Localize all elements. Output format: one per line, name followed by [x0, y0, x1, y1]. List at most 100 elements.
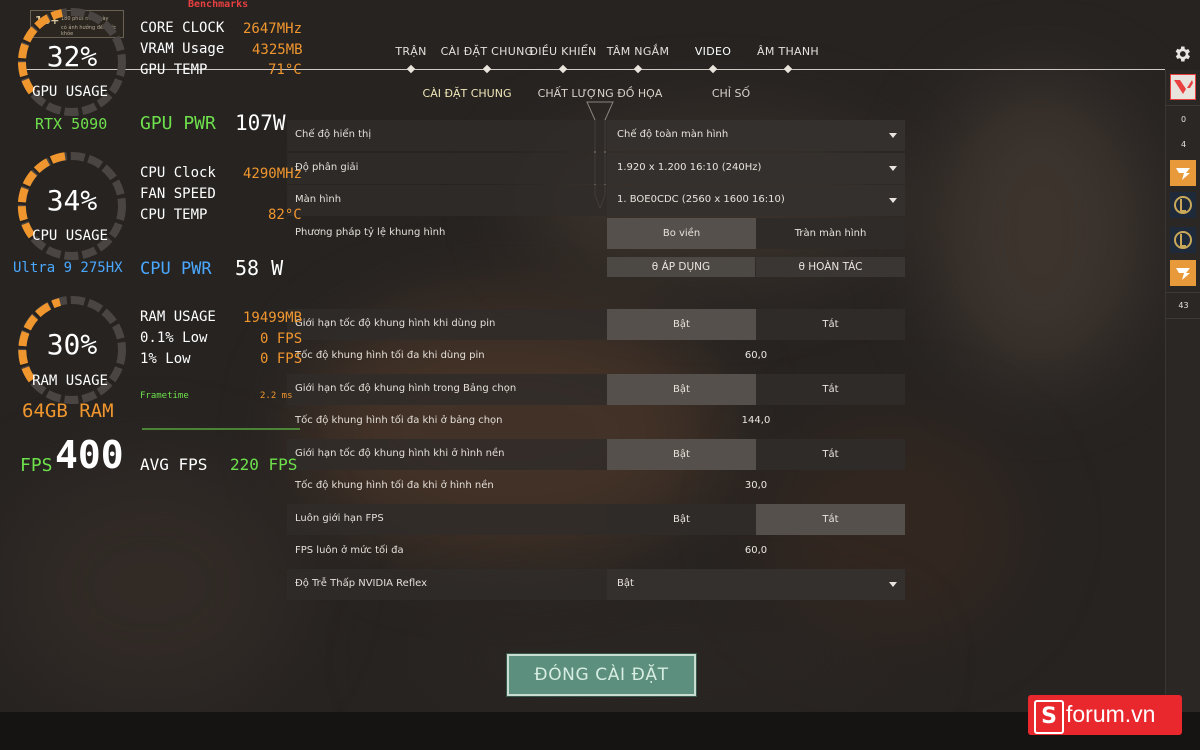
frametime-label: Frametime [140, 391, 189, 401]
low-1-value: 0 FPS [260, 351, 303, 367]
gpu-temp-label: GPU TEMP [140, 62, 208, 78]
monitor-select[interactable]: 1. BOE0CDC (2560 x 1600 16:10) [607, 185, 905, 216]
fps-label: FPS [20, 455, 53, 476]
low-01-value: 0 FPS [260, 331, 303, 347]
limit-menu-toggle: Bật Tắt [607, 374, 905, 405]
watermark-text: forum.vn [1066, 701, 1156, 727]
limit-menu-off[interactable]: Tắt [756, 374, 905, 405]
gpu-usage-label: GPU USAGE [32, 84, 108, 100]
max-menu-row: Tốc độ khung hình tối đa khi ở bảng chọn… [287, 406, 905, 437]
max-menu-field[interactable]: 144,0 [607, 406, 905, 437]
aspect-row: Phương pháp tỷ lệ khung hình Bo viền Trà… [287, 218, 905, 249]
revert-label: HOÀN TÁC [808, 261, 863, 273]
max-menu-value: 144,0 [741, 415, 771, 426]
resolution-select[interactable]: 1.920 x 1.200 16:10 (240Hz) [607, 153, 905, 184]
display-mode-value: Chế độ toàn màn hình [617, 129, 729, 140]
max-battery-field[interactable]: 60,0 [607, 341, 905, 372]
tab-tran[interactable]: TRẬN [395, 45, 426, 58]
cpu-model: Ultra 9 275HX [13, 260, 123, 276]
friend-avatar-icon[interactable] [1170, 260, 1196, 286]
tab-audio[interactable]: ÂM THANH [757, 45, 819, 58]
limit-battery-label: Giới hạn tốc độ khung hình khi dùng pin [295, 318, 496, 329]
max-battery-value: 60,0 [744, 350, 768, 361]
subtab-general[interactable]: CÀI ĐẶT CHUNG [423, 87, 512, 100]
aspect-fill-option[interactable]: Tràn màn hình [756, 218, 905, 249]
limit-bg-row: Giới hạn tốc độ khung hình khi ở hình nề… [287, 439, 905, 470]
max-bg-row: Tốc độ khung hình tối đa khi ở hình nền … [287, 471, 905, 502]
always-limit-toggle: Bật Tắt [607, 504, 905, 535]
subtab-stats[interactable]: CHỈ SỐ [712, 87, 750, 100]
max-battery-row: Tốc độ khung hình tối đa khi dùng pin 60… [287, 341, 905, 372]
vram-value: 4325MB [252, 42, 303, 58]
fps-max-field[interactable]: 60,0 [607, 536, 905, 567]
apply-icon: θ [651, 261, 662, 273]
hud-title: Benchmarks [188, 0, 249, 10]
aspect-letterbox-option[interactable]: Bo viền [607, 218, 756, 249]
league-avatar-icon[interactable] [1170, 192, 1196, 218]
tab-video[interactable]: VIDEO [695, 45, 731, 58]
gpu-core-clock-value: 2647MHz [243, 21, 303, 37]
reflex-select[interactable]: Bật [607, 569, 905, 600]
display-mode-label: Chế độ hiển thị [295, 129, 372, 140]
display-mode-row: Chế độ hiển thị Chế độ toàn màn hình [287, 120, 905, 151]
limit-bg-off[interactable]: Tắt [756, 439, 905, 470]
max-bg-field[interactable]: 30,0 [607, 471, 905, 502]
monitor-value: 1. BOE0CDC (2560 x 1600 16:10) [617, 194, 785, 205]
league-avatar-icon[interactable] [1170, 227, 1196, 253]
valorant-logo-icon[interactable] [1170, 74, 1196, 100]
revert-icon: θ [798, 261, 809, 273]
close-settings-button[interactable]: ĐÓNG CÀI ĐẶT [507, 654, 696, 696]
chevron-down-icon [889, 133, 897, 138]
limit-menu-label: Giới hạn tốc độ khung hình trong Bảng ch… [295, 383, 517, 394]
chevron-down-icon [889, 166, 897, 171]
frametime-graph [142, 428, 300, 430]
gpu-temp-value: 71°C [268, 62, 302, 78]
friend-avatar-icon[interactable] [1170, 160, 1196, 186]
limit-bg-toggle: Bật Tắt [607, 439, 905, 470]
cpu-clock-value: 4290MHz [243, 166, 303, 182]
resolution-row: Độ phân giải 1.920 x 1.200 16:10 (240Hz) [287, 153, 905, 184]
apply-button[interactable]: θ ÁP DỤNG [607, 257, 755, 277]
always-limit-off[interactable]: Tắt [756, 504, 905, 535]
always-limit-label: Luôn giới hạn FPS [295, 513, 384, 524]
sidebar-count: 4 [1180, 140, 1187, 149]
reflex-row: Độ Trễ Thấp NVIDIA Reflex Bật [287, 569, 905, 600]
low-1-label: 1% Low [140, 351, 191, 367]
always-limit-row: Luôn giới hạn FPS Bật Tắt [287, 504, 905, 535]
apply-label: ÁP DỤNG [661, 261, 711, 273]
fps-max-row: FPS luôn ở mức tối đa 60,0 [287, 536, 905, 567]
fps-value: 400 [55, 433, 124, 477]
tab-crosshair[interactable]: TÂM NGẮM [607, 45, 670, 58]
limit-battery-on[interactable]: Bật [607, 309, 756, 340]
gpu-power-value: 107W [235, 111, 286, 135]
limit-menu-on[interactable]: Bật [607, 374, 756, 405]
fan-speed-label: FAN SPEED [140, 186, 216, 202]
cpu-clock-label: CPU Clock [140, 165, 216, 181]
cpu-power-value: 58 W [235, 256, 284, 280]
cpu-temp-value: 82°C [268, 207, 302, 223]
tab-general[interactable]: CÀI ĐẶT CHUNG [441, 45, 534, 58]
cpu-usage-label: CPU USAGE [32, 228, 108, 244]
tab-controls[interactable]: ĐIỀU KHIỂN [529, 45, 596, 58]
chevron-down-icon [889, 582, 897, 587]
gear-icon[interactable] [1172, 44, 1192, 64]
gpu-core-clock-label: CORE CLOCK [140, 20, 225, 36]
always-limit-on[interactable]: Bật [607, 504, 756, 535]
gpu-usage-percent: 32% [46, 40, 98, 73]
ram-usage-percent: 30% [46, 328, 98, 361]
aspect-label: Phương pháp tỷ lệ khung hình [295, 227, 446, 238]
revert-button[interactable]: θ HOÀN TÁC [756, 257, 905, 277]
limit-battery-off[interactable]: Tắt [756, 309, 905, 340]
subtab-graphics-quality[interactable]: CHẤT LƯỢNG ĐỒ HỌA [538, 87, 663, 100]
gpu-model: RTX 5090 [35, 115, 108, 133]
right-sidebar: 0 4 43 [1165, 70, 1200, 712]
monitor-label: Màn hình [295, 194, 342, 205]
chevron-down-icon [889, 198, 897, 203]
limit-bg-label: Giới hạn tốc độ khung hình khi ở hình nề… [295, 448, 505, 459]
limit-battery-toggle: Bật Tắt [607, 309, 905, 340]
monitor-row: Màn hình 1. BOE0CDC (2560 x 1600 16:10) [287, 185, 905, 216]
display-mode-select[interactable]: Chế độ toàn màn hình [607, 120, 905, 151]
vram-label: VRAM Usage [140, 41, 225, 57]
limit-bg-on[interactable]: Bật [607, 439, 756, 470]
watermark-logo-icon: S [1034, 700, 1064, 734]
